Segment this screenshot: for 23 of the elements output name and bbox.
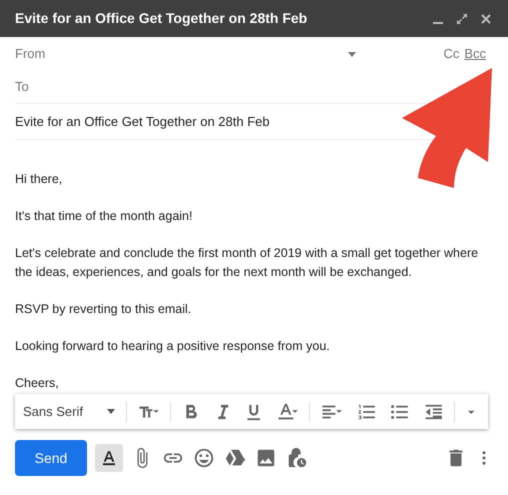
expand-icon[interactable] [455,12,469,26]
body-paragraph: Cheers, [15,375,60,392]
lock-clock-icon[interactable] [286,447,308,469]
to-label: To [15,78,29,96]
from-label: From [15,45,46,64]
send-button[interactable]: Send [15,440,87,476]
body-paragraph: It's that time of the month again! [15,208,194,225]
window-title: Evite for an Office Get Together on 28th Feb [15,9,308,28]
body-paragraph: Looking forward to hearing a positive response from you. [15,338,331,355]
smiley-icon[interactable] [193,447,215,469]
caret-icon[interactable] [107,409,116,414]
subject-text: Evite for an Office Get Together on 28th Feb [15,112,270,131]
body-paragraph: Let's celebrate and conclude the first month of 2019 with a small get together where the ideas, experiences, and goals for the next month will be exchanged. [15,245,480,281]
formatting-toggle-button[interactable] [95,444,123,472]
body-paragraph: RSVP by reverting to this email. [15,301,192,318]
text-format-icon [100,449,118,467]
font-dropdown[interactable]: Sans Serif [23,402,122,422]
cc-link[interactable]: Cc [443,44,460,64]
close-icon[interactable] [479,12,493,26]
image-icon[interactable] [255,447,277,469]
bcc-link[interactable]: Bcc [464,44,486,64]
dropdown-caret-icon[interactable] [348,52,356,56]
body-paragraph: Hi there, [15,171,64,188]
